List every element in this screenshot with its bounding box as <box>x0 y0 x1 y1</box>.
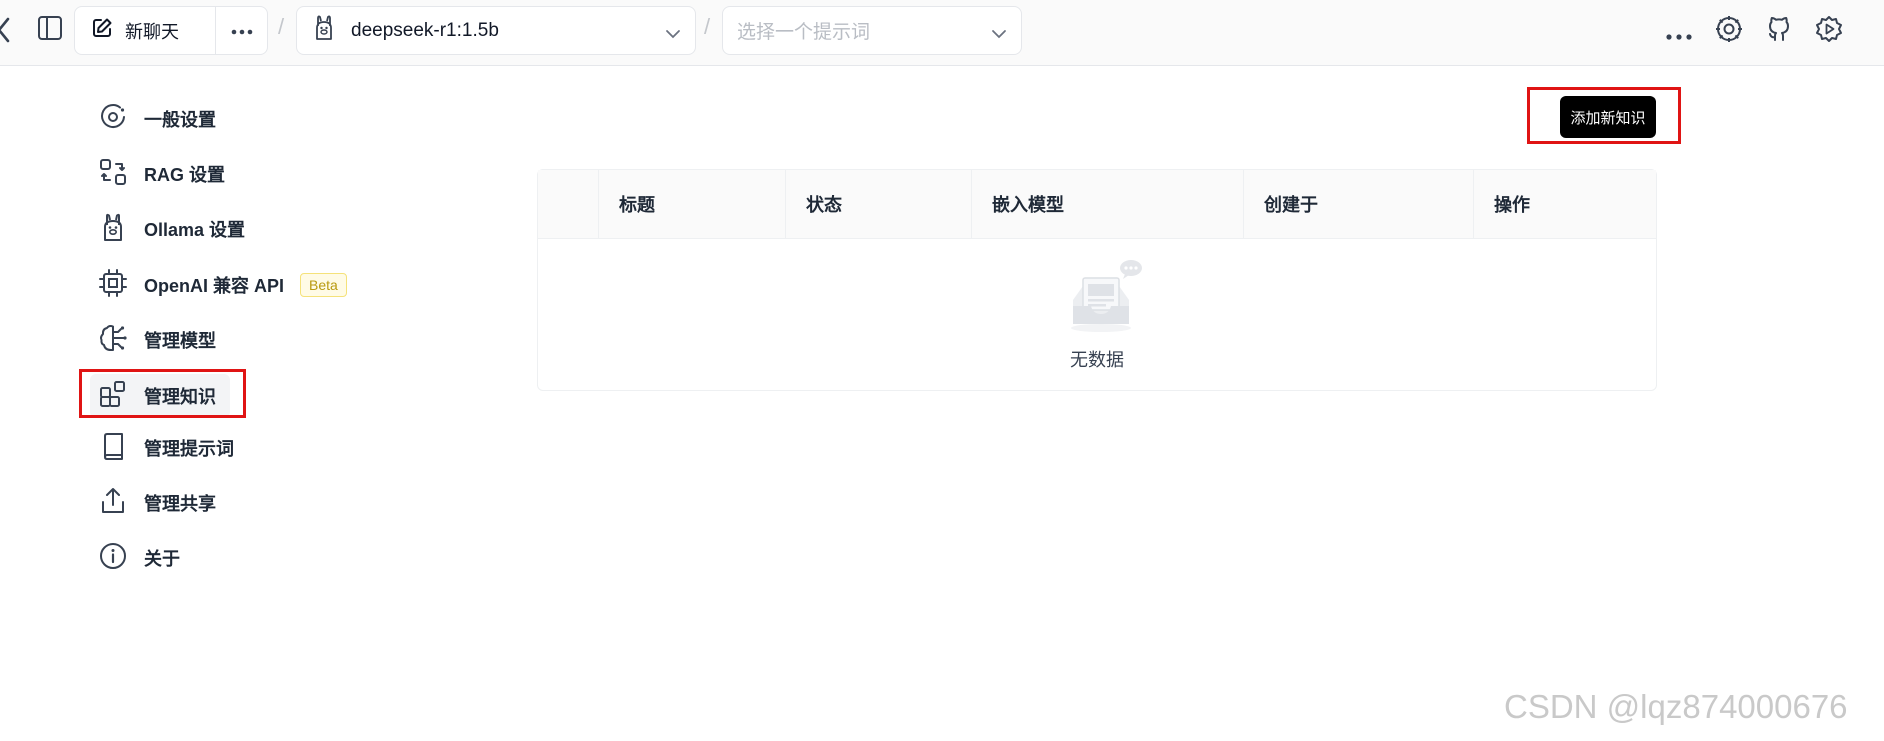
info-icon <box>98 541 128 576</box>
highlight-box-add-button <box>1527 87 1681 144</box>
sidebar-item-ollama[interactable]: Ollama 设置 <box>90 207 253 251</box>
sidebar-item-label: 关于 <box>144 549 180 569</box>
beta-badge: Beta <box>300 273 347 297</box>
model-selector[interactable]: deepseek-r1:1.5b <box>296 6 696 55</box>
sidebar-item-label: 管理提示词 <box>144 439 234 459</box>
column-header-status[interactable]: 状态 <box>785 170 971 238</box>
empty-state-text: 无数据 <box>1070 350 1124 370</box>
new-chat-label: 新聊天 <box>125 21 179 42</box>
more-horizontal-icon <box>231 22 253 40</box>
sidebar-item-label: 管理共享 <box>144 494 216 514</box>
book-icon <box>98 431 128 466</box>
sidebar-item-about[interactable]: 关于 <box>90 536 188 580</box>
gear-play-icon[interactable] <box>1814 14 1844 49</box>
sidebar-item-label: 一般设置 <box>144 110 216 130</box>
sidebar-item-general[interactable]: 一般设置 <box>90 97 224 141</box>
sidebar-toggle-icon[interactable] <box>36 14 64 47</box>
share-icon <box>98 486 128 521</box>
column-header-embedding-model[interactable]: 嵌入模型 <box>971 170 1243 238</box>
chevron-down-icon <box>991 24 1007 46</box>
rag-settings-icon <box>98 157 128 192</box>
sidebar-item-label: RAG 设置 <box>144 165 225 185</box>
sidebar-item-prompts[interactable]: 管理提示词 <box>90 426 242 470</box>
chat-button-group: 新聊天 <box>74 6 268 55</box>
sidebar-item-sharing[interactable]: 管理共享 <box>90 481 224 525</box>
sidebar-item-label: 管理模型 <box>144 331 216 351</box>
settings-gear-icon[interactable] <box>1714 14 1744 49</box>
edit-icon <box>91 17 113 44</box>
table-header-select-cell <box>538 170 598 238</box>
sidebar-item-label: OpenAI 兼容 API <box>144 276 285 296</box>
prompt-placeholder: 选择一个提示词 <box>737 22 871 43</box>
column-header-actions: 操作 <box>1473 170 1656 238</box>
new-chat-button[interactable]: 新聊天 <box>75 7 215 54</box>
watermark: CSDN @lqz874000676 <box>1504 688 1848 725</box>
chip-icon <box>98 268 128 303</box>
sidebar-item-rag[interactable]: RAG 设置 <box>90 152 233 196</box>
chevron-left-icon[interactable] <box>0 16 12 49</box>
knowledge-table: 标题 状态 嵌入模型 创建于 操作 无数据 <box>537 169 1657 391</box>
empty-state: 无数据 <box>538 238 1656 390</box>
highlight-box-knowledge <box>79 369 246 418</box>
prompt-selector[interactable]: 选择一个提示词 <box>722 6 1022 55</box>
sidebar-item-label: Ollama 设置 <box>144 220 246 240</box>
column-header-title[interactable]: 标题 <box>598 170 785 238</box>
llama-icon <box>313 14 335 48</box>
brain-icon <box>98 323 128 358</box>
empty-inbox-icon <box>1065 256 1145 341</box>
more-horizontal-icon[interactable] <box>1666 27 1692 45</box>
model-value: deepseek-r1:1.5b <box>351 19 499 41</box>
github-icon[interactable] <box>1764 14 1794 49</box>
chevron-down-icon <box>665 24 681 46</box>
column-header-created-at[interactable]: 创建于 <box>1243 170 1473 238</box>
general-settings-icon <box>98 102 128 137</box>
sidebar-item-openai-api[interactable]: OpenAI 兼容 API Beta <box>90 263 355 307</box>
llama-icon <box>98 212 128 247</box>
sidebar-item-models[interactable]: 管理模型 <box>90 318 224 362</box>
top-bar: 新聊天 / deepseek-r1:1.5b / 选择一个提示词 <box>0 0 1884 66</box>
table-header: 标题 状态 嵌入模型 创建于 操作 <box>538 170 1656 239</box>
chat-more-button[interactable] <box>215 7 267 54</box>
separator: / <box>704 14 711 39</box>
separator: / <box>278 14 285 39</box>
